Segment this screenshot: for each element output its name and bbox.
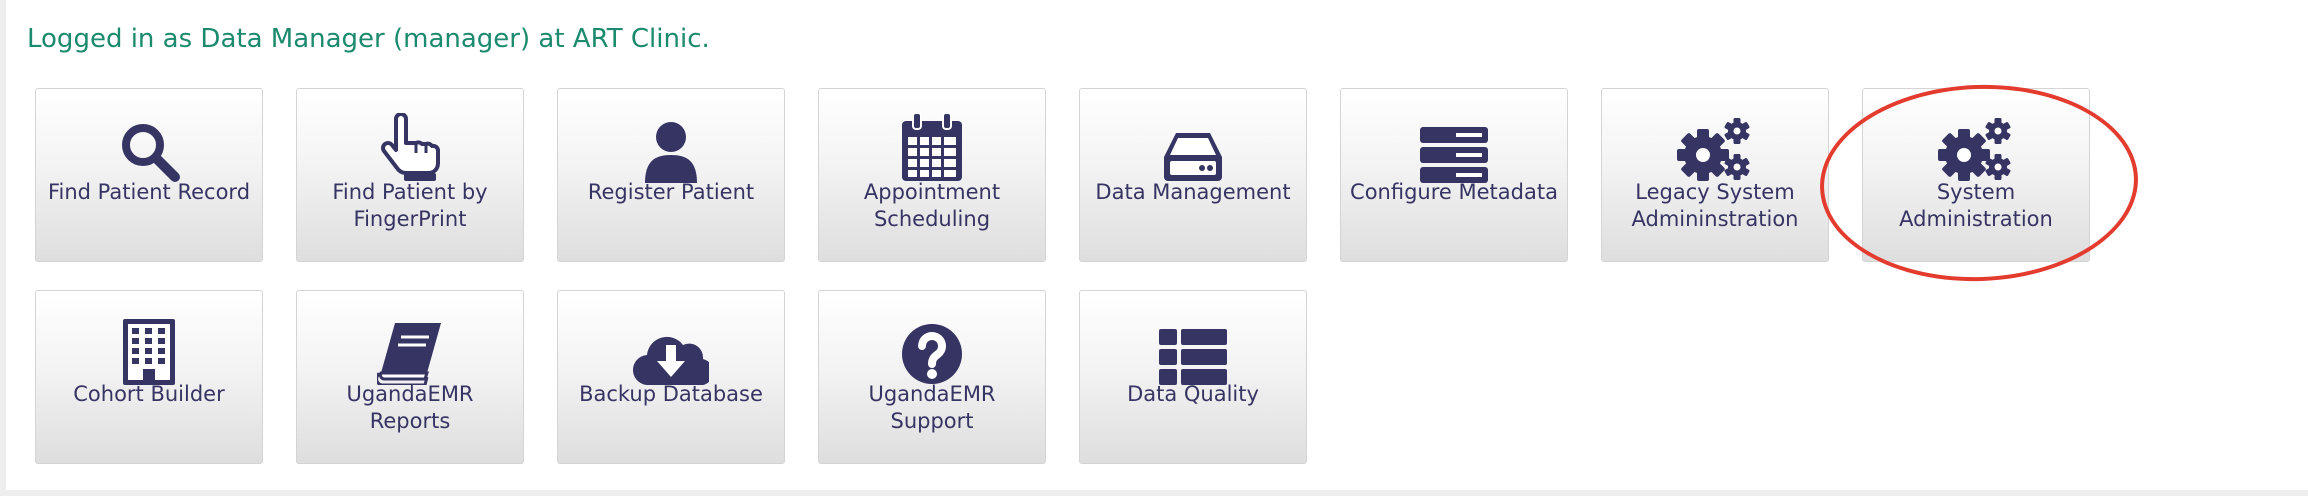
question-circle-icon	[902, 324, 962, 384]
app-label: Find Patient by FingerPrint	[332, 180, 488, 231]
app-find-patient-record[interactable]: Find Patient Record	[35, 88, 263, 262]
app-cohort-builder[interactable]: Cohort Builder	[35, 290, 263, 464]
gears-icon	[1677, 118, 1750, 181]
search-icon	[122, 124, 180, 182]
app-register-patient[interactable]: Register Patient	[557, 88, 785, 262]
app-label: Find Patient Record	[47, 180, 251, 204]
app-label: Cohort Builder	[73, 382, 225, 406]
app-label: Appointment Scheduling	[863, 180, 1001, 231]
app-label: UgandaEMR Support	[868, 382, 996, 433]
app-label: Data Quality	[1127, 382, 1259, 406]
app-ugandaemr-support[interactable]: UgandaEMR Support	[818, 290, 1046, 464]
server-icon	[1420, 127, 1488, 183]
hard-drive-icon	[1164, 133, 1222, 181]
calendar-icon	[902, 113, 962, 181]
app-find-patient-by-fingerprint[interactable]: Find Patient by FingerPrint	[296, 88, 524, 262]
app-label: Register Patient	[587, 180, 755, 204]
list-icon	[1159, 329, 1227, 385]
welcome-message: Logged in as Data Manager (manager) at A…	[27, 24, 710, 54]
app-label: Legacy System Admininstration	[1631, 180, 1799, 231]
app-label: UgandaEMR Reports	[346, 382, 474, 433]
app-data-management[interactable]: Data Management	[1079, 88, 1307, 262]
cloud-download-icon	[633, 336, 709, 385]
app-configure-metadata[interactable]: Configure Metadata	[1340, 88, 1568, 262]
app-label: Backup Database	[579, 382, 763, 406]
book-icon	[377, 323, 441, 385]
pointing-hand-icon	[381, 113, 440, 181]
app-appointment-scheduling[interactable]: Appointment Scheduling	[818, 88, 1046, 262]
building-icon	[123, 319, 175, 385]
home-panel: Logged in as Data Manager (manager) at A…	[6, 0, 2308, 490]
app-system-administration[interactable]: System Administration	[1862, 88, 2090, 262]
app-label: Configure Metadata	[1350, 180, 1558, 204]
app-legacy-system-administration[interactable]: Legacy System Admininstration	[1601, 88, 1829, 262]
app-backup-database[interactable]: Backup Database	[557, 290, 785, 464]
app-data-quality[interactable]: Data Quality	[1079, 290, 1307, 464]
user-icon	[645, 122, 697, 183]
app-label: System Administration	[1899, 180, 2053, 231]
app-label: Data Management	[1095, 180, 1291, 204]
app-ugandaemr-reports[interactable]: UgandaEMR Reports	[296, 290, 524, 464]
gears-icon	[1938, 118, 2011, 181]
